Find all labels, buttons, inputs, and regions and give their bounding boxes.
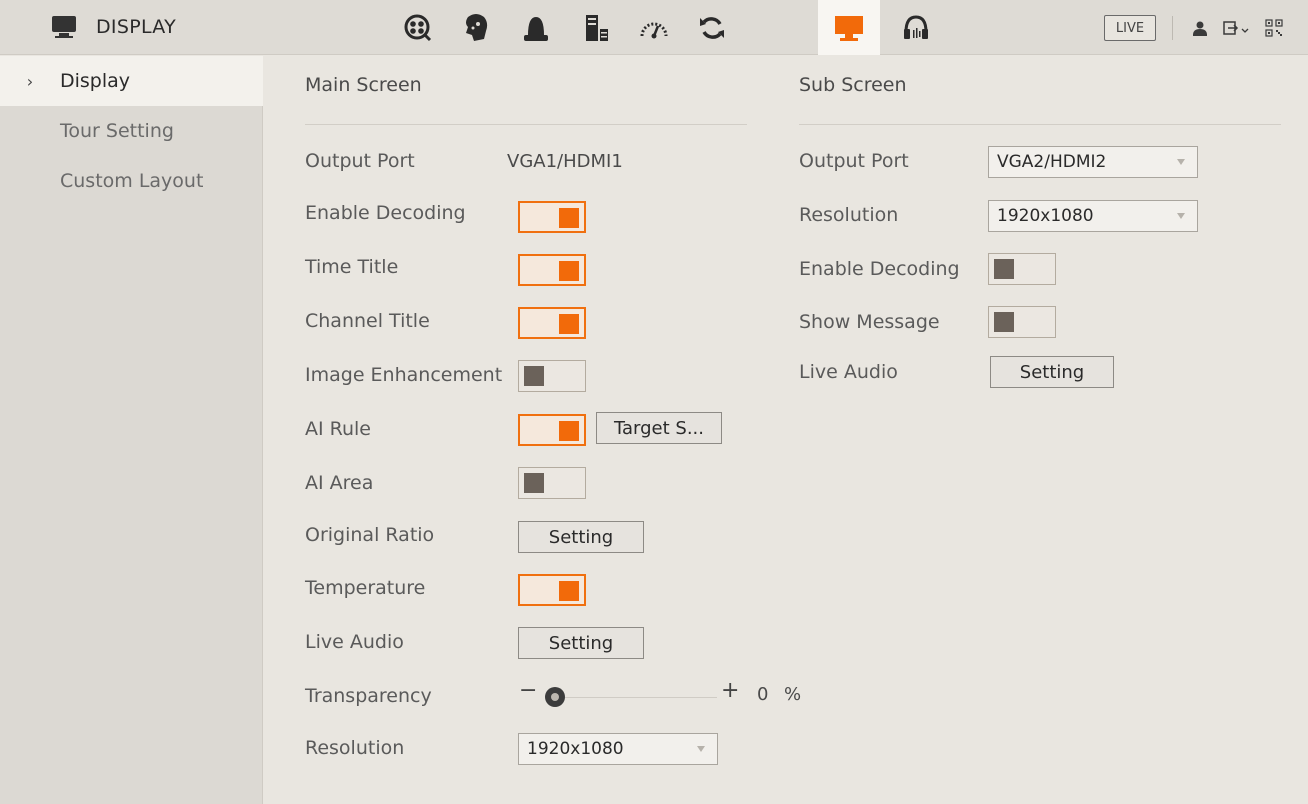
show-message-label: Show Message <box>799 311 940 333</box>
target-settings-button[interactable]: Target S... <box>596 412 722 444</box>
sub-resolution-label: Resolution <box>799 204 899 226</box>
page-title: DISPLAY <box>96 16 177 38</box>
main-screen-divider <box>305 124 747 125</box>
chevron-down-icon <box>697 746 705 752</box>
ai-area-label: AI Area <box>305 472 374 494</box>
sub-resolution-select[interactable]: 1920x1080 <box>988 200 1198 232</box>
temperature-label: Temperature <box>305 577 426 599</box>
sub-live-audio-setting-button[interactable]: Setting <box>990 356 1114 388</box>
enable-decoding-label: Enable Decoding <box>305 202 466 224</box>
chevron-down-icon <box>1177 159 1185 165</box>
live-button[interactable]: LIVE <box>1104 15 1156 41</box>
transparency-label: Transparency <box>305 685 432 707</box>
logout-icon[interactable] <box>1222 14 1252 42</box>
app-title: DISPLAY <box>52 12 176 42</box>
live-audio-label: Live Audio <box>305 631 404 653</box>
search-video-icon[interactable] <box>402 12 434 44</box>
user-icon[interactable] <box>1188 14 1212 42</box>
sub-enable-decoding-toggle[interactable] <box>988 253 1056 285</box>
sidebar-item-display[interactable]: › Display <box>0 56 263 106</box>
output-port-value: VGA1/HDMI1 <box>507 151 623 172</box>
transparency-slider-track[interactable] <box>565 697 717 698</box>
resolution-select[interactable]: 1920x1080 <box>518 733 718 765</box>
live-audio-setting-button[interactable]: Setting <box>518 627 644 659</box>
image-enhancement-label: Image Enhancement <box>305 364 503 386</box>
channel-title-label: Channel Title <box>305 310 430 332</box>
resolution-label: Resolution <box>305 737 405 759</box>
main-panel: Main Screen Output Port VGA1/HDMI1 Enabl… <box>264 56 1308 804</box>
main-screen-title: Main Screen <box>305 74 422 96</box>
sub-screen-title: Sub Screen <box>799 74 907 96</box>
output-port-label: Output Port <box>305 150 415 172</box>
display-nav-icon[interactable] <box>818 0 880 55</box>
ai-rule-toggle[interactable] <box>518 414 586 446</box>
face-ai-icon[interactable] <box>460 12 492 44</box>
time-title-label: Time Title <box>305 256 399 278</box>
sub-resolution-value: 1920x1080 <box>997 206 1094 226</box>
top-bar: DISPLAY LIVE <box>0 0 1308 55</box>
temperature-toggle[interactable] <box>518 574 586 606</box>
chevron-right-icon: › <box>26 71 34 91</box>
sub-enable-decoding-label: Enable Decoding <box>799 258 960 280</box>
ai-rule-label: AI Rule <box>305 418 371 440</box>
image-enhancement-toggle[interactable] <box>518 360 586 392</box>
plus-icon[interactable]: + <box>721 678 739 703</box>
sidebar-item-label: Display <box>60 70 131 92</box>
resolution-select-value: 1920x1080 <box>527 739 624 759</box>
sub-output-port-value: VGA2/HDMI2 <box>997 152 1107 172</box>
qr-code-icon[interactable] <box>1262 14 1286 42</box>
show-message-toggle[interactable] <box>988 306 1056 338</box>
sub-live-audio-label: Live Audio <box>799 361 898 383</box>
sub-screen-divider <box>799 124 1281 125</box>
chevron-down-icon <box>1177 213 1185 219</box>
sidebar-item-tour-setting[interactable]: Tour Setting <box>0 106 263 156</box>
storage-icon[interactable] <box>580 12 612 44</box>
channel-title-toggle[interactable] <box>518 307 586 339</box>
sub-output-port-select[interactable]: VGA2/HDMI2 <box>988 146 1198 178</box>
header-divider <box>1172 16 1173 40</box>
transparency-slider-handle[interactable] <box>545 687 565 707</box>
sidebar-item-label: Custom Layout <box>60 170 204 192</box>
audio-icon[interactable] <box>900 12 932 44</box>
transparency-value: 0 <box>757 684 769 705</box>
transparency-unit: % <box>784 684 802 705</box>
original-ratio-setting-button[interactable]: Setting <box>518 521 644 553</box>
sidebar: › Display Tour Setting Custom Layout <box>0 56 263 804</box>
display-icon <box>52 15 76 39</box>
original-ratio-label: Original Ratio <box>305 524 435 546</box>
minus-icon[interactable]: − <box>519 678 537 703</box>
time-title-toggle[interactable] <box>518 254 586 286</box>
sidebar-item-label: Tour Setting <box>60 120 174 142</box>
network-speed-icon[interactable] <box>638 12 670 44</box>
enable-decoding-toggle[interactable] <box>518 201 586 233</box>
sidebar-item-custom-layout[interactable]: Custom Layout <box>0 156 263 206</box>
alarm-icon[interactable] <box>520 12 552 44</box>
ai-area-toggle[interactable] <box>518 467 586 499</box>
sub-output-port-label: Output Port <box>799 150 909 172</box>
backup-icon[interactable] <box>696 12 728 44</box>
